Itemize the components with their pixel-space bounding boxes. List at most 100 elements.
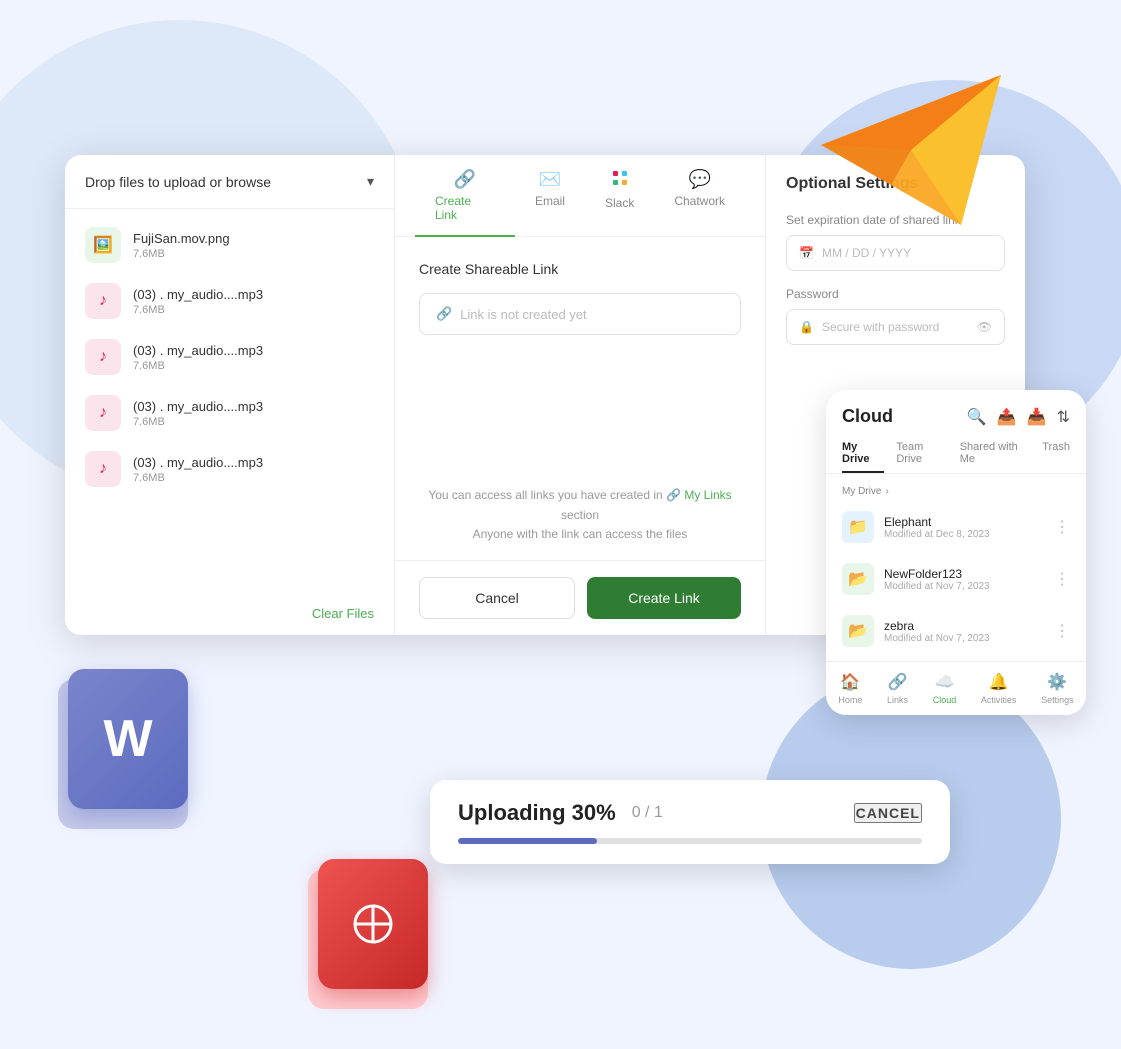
nav-item-home[interactable]: 🏠 Home: [838, 672, 862, 705]
list-item: ♪ (03) . my_audio....mp3 7.6MB: [65, 385, 394, 441]
breadcrumb-chevron-icon: ›: [885, 486, 888, 497]
file-size: 7.6MB: [133, 360, 374, 372]
link-content: Create Shareable Link 🔗 Link is not crea…: [395, 237, 765, 470]
tab-email[interactable]: ✉️ Email: [515, 155, 585, 236]
links-icon: 🔗: [888, 672, 908, 692]
nav-home-label: Home: [838, 695, 862, 705]
file-name: (03) . my_audio....mp3: [133, 399, 374, 414]
folder-icon: 📁: [842, 511, 874, 543]
anyone-notice: Anyone with the link can access the file…: [473, 527, 688, 541]
date-placeholder: MM / DD / YYYY: [822, 246, 911, 260]
cloud-tab-my-drive[interactable]: My Drive: [842, 435, 884, 473]
nav-item-cloud[interactable]: ☁️ Cloud: [933, 672, 957, 705]
cloud-card: Cloud 🔍 📤 📥 ⇅ My Drive Team Drive Shared…: [826, 390, 1086, 715]
more-options-icon[interactable]: ⋮: [1054, 621, 1070, 641]
list-item: 📂 NewFolder123 Modified at Nov 7, 2023 ⋮: [826, 553, 1086, 605]
progress-bar-background: [458, 838, 922, 844]
file-panel: Drop files to upload or browse ▾ 🖼️ Fuji…: [65, 155, 395, 635]
upload-title: Uploading 30%: [458, 800, 616, 826]
home-icon: 🏠: [840, 672, 860, 692]
cloud-tab-team-drive[interactable]: Team Drive: [896, 435, 947, 473]
notice-text-1: You can access all links you have create…: [428, 488, 662, 502]
paper-plane-decoration: [811, 55, 1011, 235]
cloud-breadcrumb: My Drive ›: [826, 482, 1086, 501]
tab-slack[interactable]: Slack: [585, 155, 654, 236]
link-notice: You can access all links you have create…: [395, 470, 765, 560]
file-name: (03) . my_audio....mp3: [133, 455, 374, 470]
tab-create-link[interactable]: 🔗 Create Link: [415, 155, 515, 236]
link-input-box[interactable]: 🔗 Link is not created yet: [419, 293, 741, 335]
list-item: 📂 zebra Modified at Nov 7, 2023 ⋮: [826, 605, 1086, 657]
slack-tab-icon: [611, 169, 629, 192]
pdf-document-icon: [318, 859, 428, 989]
link-icon: 🔗: [436, 306, 452, 322]
upload-cancel-button[interactable]: CANCEL: [854, 803, 922, 823]
cloud-title: Cloud: [842, 406, 893, 427]
chatwork-tab-icon: 💬: [688, 169, 710, 190]
file-icon-audio: ♪: [85, 339, 121, 375]
lock-icon: 🔒: [799, 320, 814, 334]
eye-off-icon[interactable]: 👁: [977, 320, 992, 334]
file-size: 7.6MB: [133, 472, 374, 484]
file-name: FujiSan.mov.png: [133, 231, 374, 246]
link-actions: Cancel Create Link: [395, 560, 765, 635]
file-panel-footer: Clear Files: [65, 593, 394, 635]
nav-item-activities[interactable]: 🔔 Activities: [981, 672, 1017, 705]
more-options-icon[interactable]: ⋮: [1054, 517, 1070, 537]
file-size: 7.6MB: [133, 416, 374, 428]
folder-date: Modified at Dec 8, 2023: [884, 529, 1044, 540]
my-links-link[interactable]: My Links: [684, 488, 731, 502]
cloud-tabs: My Drive Team Drive Shared with Me Trash: [826, 435, 1086, 474]
progress-bar-fill: [458, 838, 597, 844]
folder-info: NewFolder123 Modified at Nov 7, 2023: [884, 567, 1044, 592]
nav-settings-label: Settings: [1041, 695, 1074, 705]
file-info: (03) . my_audio....mp3 7.6MB: [133, 399, 374, 428]
pdf-icon-body: [318, 859, 428, 989]
download-icon[interactable]: 📥: [1027, 407, 1047, 427]
clear-files-button[interactable]: Clear Files: [312, 606, 374, 621]
folder-info: zebra Modified at Nov 7, 2023: [884, 619, 1044, 644]
cloud-tab-shared[interactable]: Shared with Me: [960, 435, 1031, 473]
shared-folder-icon: 📂: [842, 615, 874, 647]
tab-chatwork[interactable]: 💬 Chatwork: [654, 155, 745, 236]
file-info: (03) . my_audio....mp3 7.6MB: [133, 455, 374, 484]
date-input[interactable]: 📅 MM / DD / YYYY: [786, 235, 1005, 271]
list-item: ♪ (03) . my_audio....mp3 7.6MB: [65, 273, 394, 329]
cancel-button[interactable]: Cancel: [419, 577, 575, 619]
password-label: Password: [786, 287, 1005, 301]
cloud-tab-trash[interactable]: Trash: [1042, 435, 1070, 473]
more-options-icon[interactable]: ⋮: [1054, 569, 1070, 589]
nav-item-links[interactable]: 🔗 Links: [887, 672, 908, 705]
create-link-button[interactable]: Create Link: [587, 577, 741, 619]
tab-slack-label: Slack: [605, 196, 634, 210]
password-input-left: 🔒 Secure with password: [799, 320, 939, 334]
link-placeholder: Link is not created yet: [460, 307, 586, 322]
cloud-header-icons: 🔍 📤 📥 ⇅: [967, 407, 1070, 427]
file-size: 7.6MB: [133, 248, 374, 260]
upload-icon[interactable]: 📤: [997, 407, 1017, 427]
sort-icon[interactable]: ⇅: [1057, 407, 1070, 427]
file-panel-header[interactable]: Drop files to upload or browse ▾: [65, 155, 394, 209]
nav-item-settings[interactable]: ⚙️ Settings: [1041, 672, 1074, 705]
file-icon-image: 🖼️: [85, 227, 121, 263]
nav-cloud-label: Cloud: [933, 695, 957, 705]
drop-files-label: Drop files to upload or browse: [85, 174, 271, 190]
folder-name: Elephant: [884, 515, 1044, 529]
file-icon-audio: ♪: [85, 395, 121, 431]
upload-progress-card: Uploading 30% 0 / 1 CANCEL: [430, 780, 950, 864]
file-icon-audio: ♪: [85, 283, 121, 319]
file-icon-audio: ♪: [85, 451, 121, 487]
list-item: 🖼️ FujiSan.mov.png 7.6MB: [65, 217, 394, 273]
folder-date: Modified at Nov 7, 2023: [884, 633, 1044, 644]
word-icon-body: W: [68, 669, 188, 809]
nav-activities-label: Activities: [981, 695, 1017, 705]
word-document-icon: W: [68, 669, 188, 809]
notice-text-2: section: [561, 508, 599, 522]
search-icon[interactable]: 🔍: [967, 407, 987, 427]
cloud-icon: ☁️: [935, 672, 955, 692]
calendar-icon: 📅: [799, 246, 814, 260]
nav-links-label: Links: [887, 695, 908, 705]
password-input[interactable]: 🔒 Secure with password 👁: [786, 309, 1005, 345]
folder-name: NewFolder123: [884, 567, 1044, 581]
cloud-nav: 🏠 Home 🔗 Links ☁️ Cloud 🔔 Activities ⚙️ …: [826, 661, 1086, 715]
